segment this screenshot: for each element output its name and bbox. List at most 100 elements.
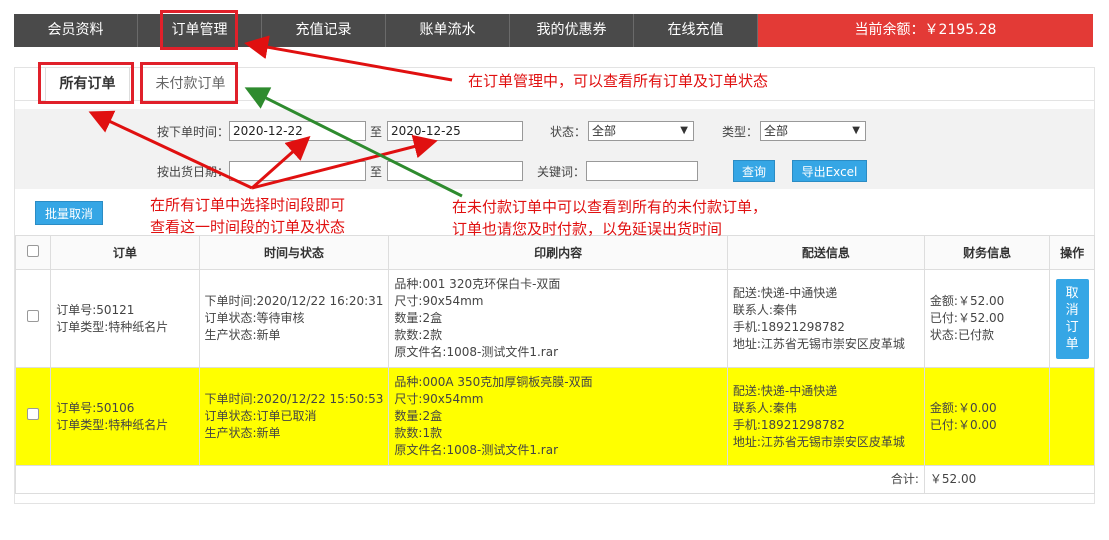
ship-date-to-input[interactable] — [387, 161, 523, 181]
highlight-unpaid-tab — [140, 62, 238, 104]
size: 尺寸:90x54mm — [394, 294, 484, 308]
time-status-cell: 下单时间:2020/12/22 16:20:31 订单状态:等待审核 生产状态:… — [198, 269, 390, 368]
print-content-cell: 品种:000A 350克加厚铜板亮膜-双面 尺寸:90x54mm 数量:2盒 款… — [388, 367, 728, 466]
col-time-status: 时间与状态 — [198, 235, 390, 270]
production-status: 生产状态:新单 — [204, 328, 281, 342]
size: 尺寸:90x54mm — [394, 392, 484, 406]
kinds: 款数:2款 — [394, 328, 443, 342]
ship-date-from-input[interactable] — [229, 161, 366, 181]
amount: 金额:￥0.00 — [929, 400, 997, 415]
order-type: 订单类型:特种纸名片 — [56, 319, 169, 334]
date-to-input[interactable]: 2020-12-25 — [387, 121, 523, 141]
nav-bill-flow[interactable]: 账单流水 — [386, 14, 510, 47]
status-select-value: 全部 — [592, 124, 617, 138]
address: 地址:江苏省无锡市崇安区皮革城 — [732, 434, 905, 449]
order-time-label: 按下单时间： — [157, 125, 230, 139]
file-name: 原文件名:1008-测试文件1.rar — [394, 345, 559, 359]
date-from-input[interactable]: 2020-12-22 — [229, 121, 366, 141]
order-time: 下单时间:2020/12/22 15:50:53 — [204, 392, 384, 406]
delivery-method: 配送:快递-中通快递 — [732, 383, 838, 398]
orders-panel: 所有订单 未付款订单 按下单时间： 2020-12-22 至 2020-12-2… — [14, 67, 1096, 504]
nav-online-recharge[interactable]: 在线充值 — [634, 14, 758, 47]
order-status: 订单状态:等待审核 — [204, 311, 305, 325]
print-content-cell: 品种:001 320克环保白卡-双面 尺寸:90x54mm 数量:2盒 款数:2… — [388, 269, 728, 368]
order-status: 订单状态:订单已取消 — [204, 409, 317, 423]
query-button[interactable]: 查询 — [733, 160, 775, 182]
paid: 已付:￥0.00 — [929, 417, 997, 432]
order-type: 订单类型:特种纸名片 — [56, 417, 169, 432]
time-status-cell: 下单时间:2020/12/22 15:50:53 订单状态:订单已取消 生产状态… — [198, 367, 390, 466]
to-label: 至 — [370, 125, 383, 139]
status-select[interactable]: 全部 ▼ — [588, 121, 694, 141]
export-excel-button[interactable]: 导出Excel — [792, 160, 867, 182]
finance-cell: 金额:￥52.00 已付:￥52.00 状态:已付款 — [923, 269, 1051, 368]
finance-cell: 金额:￥0.00 已付:￥0.00 — [923, 367, 1051, 466]
annotation-unpaid-2: 订单也请您及时付款，以免延误出货时间 — [452, 220, 723, 238]
contact: 联系人:秦伟 — [732, 302, 797, 317]
contact: 联系人:秦伟 — [732, 400, 797, 415]
quantity: 数量:2盒 — [394, 311, 443, 325]
chevron-down-icon: ▼ — [680, 125, 688, 136]
annotation-time-range-2: 查看这一时间段的订单及状态 — [150, 218, 346, 236]
orders-table: 订单 时间与状态 印刷内容 配送信息 财务信息 操作 订单号:50121 订单类… — [14, 235, 1096, 494]
balance-display: 当前余额：￥2195.28 — [758, 14, 1093, 47]
phone: 手机:18921298782 — [732, 319, 845, 334]
total-row: 合计: ￥52.00 — [15, 465, 1096, 494]
order-number: 订单号:50121 — [56, 302, 135, 317]
batch-cancel-button[interactable]: 批量取消 — [35, 201, 103, 225]
order-cell: 订单号:50121 订单类型:特种纸名片 — [50, 269, 200, 368]
kinds: 款数:1款 — [394, 426, 443, 440]
highlight-order-management — [160, 10, 238, 50]
chevron-down-icon: ▼ — [852, 125, 860, 136]
status-label: 状态： — [550, 125, 587, 139]
row-checkbox[interactable] — [27, 310, 40, 322]
production-status: 生产状态:新单 — [204, 426, 281, 440]
total-label: 合计: — [15, 465, 925, 494]
keyword-input[interactable] — [586, 161, 698, 181]
select-all-checkbox[interactable] — [27, 245, 40, 257]
table-row: 订单号:50121 订单类型:特种纸名片 下单时间:2020/12/22 16:… — [14, 269, 1095, 368]
to-label-2: 至 — [370, 165, 383, 179]
delivery-cell: 配送:快递-中通快递 联系人:秦伟 手机:18921298782 地址:江苏省无… — [726, 269, 925, 368]
table-header-row: 订单 时间与状态 印刷内容 配送信息 财务信息 操作 — [14, 235, 1095, 270]
order-cell: 订单号:50106 订单类型:特种纸名片 — [50, 367, 200, 466]
row-select-cell — [14, 269, 52, 368]
phone: 手机:18921298782 — [732, 417, 845, 432]
ship-date-label: 按出货日期： — [157, 165, 230, 179]
highlight-all-orders-tab — [38, 62, 134, 104]
annotation-time-range-1: 在所有订单中选择时间段即可 — [150, 196, 346, 214]
order-number: 订单号:50106 — [56, 400, 135, 415]
paid: 已付:￥52.00 — [929, 311, 1005, 325]
col-delivery: 配送信息 — [726, 235, 925, 270]
file-name: 原文件名:1008-测试文件1.rar — [394, 443, 559, 457]
row-checkbox[interactable] — [27, 408, 40, 420]
cancel-order-label: 取消订单 — [1065, 285, 1079, 352]
cancel-order-button[interactable]: 取消订单 — [1055, 278, 1089, 359]
variety: 品种:001 320克环保白卡-双面 — [394, 277, 561, 291]
payment-status: 状态:已付款 — [929, 328, 994, 342]
delivery-cell: 配送:快递-中通快递 联系人:秦伟 手机:18921298782 地址:江苏省无… — [726, 367, 925, 466]
col-order: 订单 — [50, 235, 200, 270]
filter-bar: 按下单时间： 2020-12-22 至 2020-12-25 状态： 全部 ▼ … — [15, 109, 1094, 189]
annotation-unpaid-1: 在未付款订单中可以查看到所有的未付款订单， — [452, 198, 768, 216]
nav-member-info[interactable]: 会员资料 — [14, 14, 138, 47]
address: 地址:江苏省无锡市崇安区皮革城 — [732, 336, 905, 351]
nav-my-coupons[interactable]: 我的优惠券 — [510, 14, 634, 47]
action-cell: 取消订单 — [1049, 269, 1095, 368]
total-value: ￥52.00 — [923, 465, 1096, 494]
type-select[interactable]: 全部 ▼ — [760, 121, 866, 141]
quantity: 数量:2盒 — [394, 409, 443, 423]
type-select-value: 全部 — [764, 124, 789, 138]
col-action: 操作 — [1049, 235, 1095, 270]
select-all-cell — [14, 235, 52, 270]
amount: 金额:￥52.00 — [929, 294, 1005, 308]
keyword-label: 关键词： — [537, 165, 586, 179]
action-cell — [1049, 367, 1095, 466]
row-select-cell — [14, 367, 52, 466]
variety: 品种:000A 350克加厚铜板亮膜-双面 — [394, 375, 593, 389]
col-finance: 财务信息 — [923, 235, 1051, 270]
annotation-order-management: 在订单管理中，可以查看所有订单及订单状态 — [468, 72, 769, 90]
col-print-content: 印刷内容 — [388, 235, 728, 270]
order-time: 下单时间:2020/12/22 16:20:31 — [204, 294, 384, 308]
nav-recharge-records[interactable]: 充值记录 — [262, 14, 386, 47]
